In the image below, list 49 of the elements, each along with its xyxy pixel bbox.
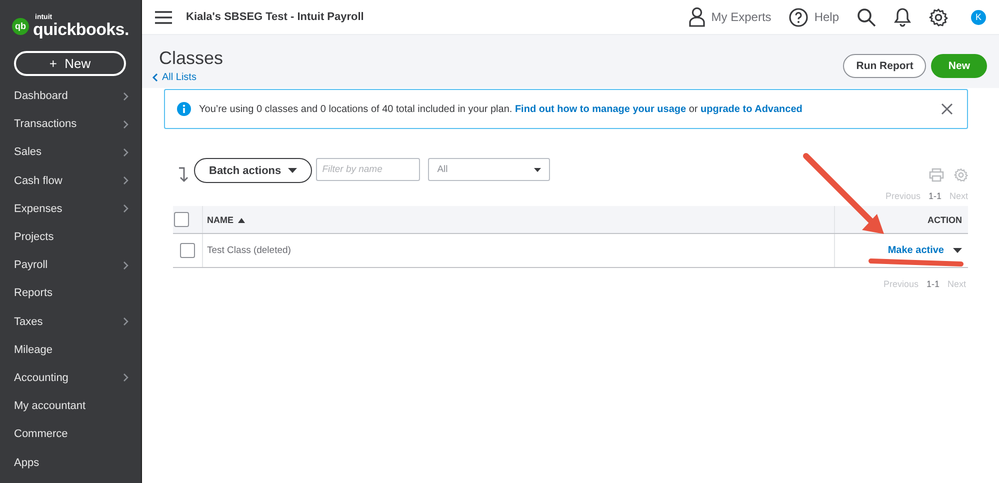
all-lists-link[interactable]: All Lists: [152, 72, 224, 83]
sort-arrow-icon[interactable]: [178, 167, 190, 183]
caret-icon: [534, 168, 542, 172]
sidebar-item[interactable]: My accountant: [0, 392, 141, 420]
page-title: Classes: [159, 48, 224, 69]
caret-icon: [288, 168, 298, 174]
sidebar-item[interactable]: Reports: [0, 279, 141, 308]
close-icon[interactable]: [941, 103, 953, 115]
run-report-button[interactable]: Run Report: [843, 54, 926, 78]
column-header[interactable]: ACTION: [928, 214, 962, 224]
search-icon[interactable]: [857, 8, 876, 26]
batch-actions-button[interactable]: Batch actions: [194, 158, 312, 183]
person-icon: [689, 7, 706, 27]
help-icon: [789, 8, 808, 26]
logo-name: quickbooks.: [33, 21, 129, 38]
sidebar-item[interactable]: Mileage: [0, 336, 141, 364]
page-range: 1-1: [926, 279, 940, 289]
make-active-link[interactable]: Make active: [888, 245, 944, 256]
sidebar-item[interactable]: Payroll: [0, 251, 141, 280]
sidebar-item[interactable]: Expenses: [0, 194, 141, 223]
chevron-left-icon: [152, 73, 158, 82]
column-header[interactable]: NAME: [207, 214, 234, 224]
sidebar-item[interactable]: Taxes: [0, 308, 141, 336]
table-cell: Test Class (deleted): [207, 245, 291, 256]
sidebar-item[interactable]: Commerce: [0, 420, 141, 448]
info-icon: [177, 102, 191, 116]
my-experts-link[interactable]: My Experts: [689, 7, 772, 27]
sidebar-item[interactable]: Sales: [0, 138, 141, 167]
logo-mark: qb: [12, 18, 29, 34]
row-checkbox[interactable]: [180, 243, 195, 258]
sidebar-item[interactable]: Apps: [0, 448, 141, 477]
filter-field[interactable]: Filter by name: [316, 158, 420, 181]
help-link[interactable]: Help: [789, 8, 839, 26]
manage-usage-link[interactable]: Find out how to manage your usage: [514, 104, 686, 114]
page-range: 1-1: [928, 191, 942, 201]
menu-icon[interactable]: [155, 10, 172, 24]
company-name: Kiala's SBSEG Test - Intuit Payroll: [186, 11, 364, 23]
sidebar-item[interactable]: Dashboard: [0, 82, 141, 110]
banner-text: You’re using 0 classes and 0 locations of 40 total included in your plan. Find out how to manage your usage or upgrade to Advanced: [199, 104, 802, 114]
sidebar-item[interactable]: Projects: [0, 222, 141, 252]
new-button[interactable]: + New: [14, 51, 126, 76]
upgrade-link[interactable]: upgrade to Advanced: [700, 104, 802, 114]
sidebar-item[interactable]: Cash flow: [0, 166, 141, 195]
select-all-checkbox[interactable]: [174, 212, 189, 227]
settings-icon[interactable]: [929, 8, 948, 26]
bell-icon[interactable]: [894, 7, 911, 27]
caret-icon[interactable]: [953, 248, 962, 253]
sidebar-item[interactable]: Accounting: [0, 364, 141, 392]
sidebar-item[interactable]: Transactions: [0, 110, 141, 138]
